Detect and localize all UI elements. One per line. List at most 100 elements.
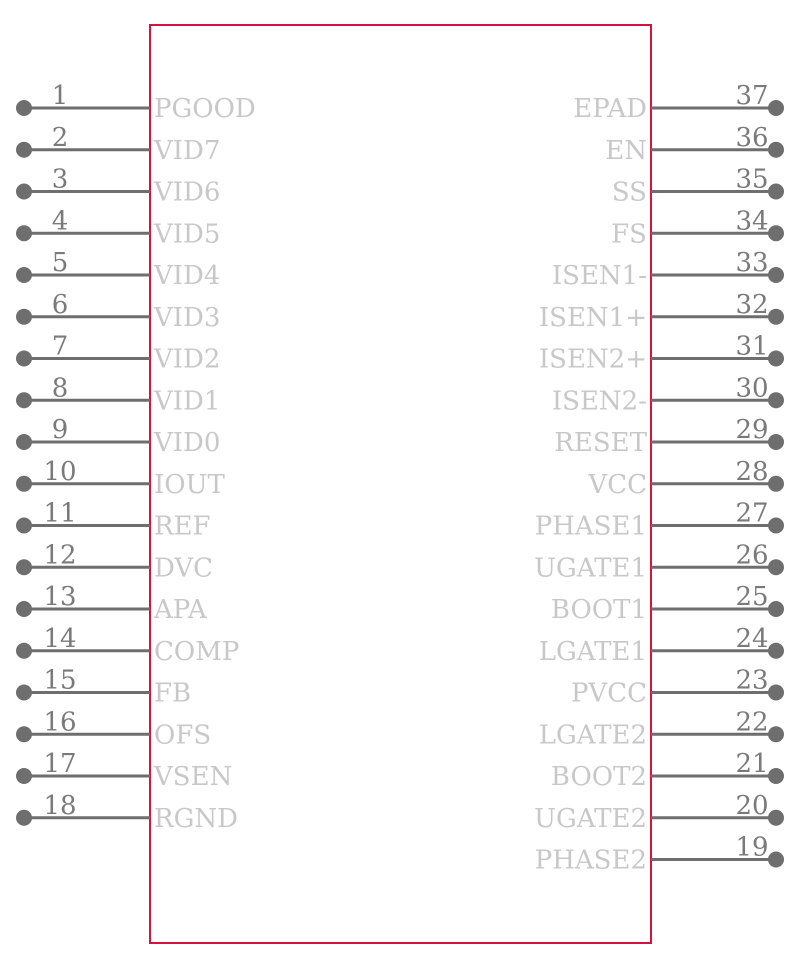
pin-terminal-dot: [16, 100, 32, 116]
pin-number: 2: [52, 123, 69, 153]
pin-28: 28 VCC: [587, 457, 784, 500]
pin-34: 34 FS: [611, 206, 784, 249]
pin-terminal-dot: [16, 809, 32, 826]
pin-name: VCC: [587, 470, 647, 500]
pin-24: 24 LGATE1: [539, 624, 784, 667]
pin-terminal-dot: [768, 726, 784, 743]
pin-name: FS: [611, 219, 647, 249]
pin-terminal-dot: [768, 475, 784, 492]
pin-8: 8 VID1: [16, 373, 220, 416]
pin-terminal-dot: [768, 225, 784, 242]
pin-number: 17: [43, 749, 76, 779]
pin-terminal-dot: [768, 267, 784, 283]
pin-number: 22: [735, 707, 768, 737]
pin-13: 13 APA: [16, 582, 208, 625]
pin-4: 4 VID5: [16, 206, 220, 249]
pin-terminal-dot: [16, 141, 32, 158]
pin-name: RESET: [554, 428, 647, 458]
pin-name: FB: [154, 679, 191, 709]
pin-20: 20 UGATE2: [534, 791, 784, 834]
pin-terminal-dot: [768, 642, 784, 659]
pin-name: APA: [153, 595, 208, 625]
pin-11: 11 REF: [16, 499, 211, 542]
pin-number: 20: [735, 791, 768, 821]
pin-19: 19 PHASE2: [535, 833, 784, 876]
pin-6: 6 VID3: [16, 290, 220, 333]
pin-terminal-dot: [768, 517, 784, 534]
pin-27: 27 PHASE1: [535, 499, 784, 542]
pin-10: 10 IOUT: [16, 457, 225, 500]
pin-18: 18 RGND: [16, 791, 238, 834]
pin-name: OFS: [154, 720, 211, 750]
pin-terminal-dot: [768, 684, 784, 701]
pin-name: ISEN1-: [552, 261, 647, 291]
pin-terminal-dot: [768, 601, 784, 617]
pin-name: VID5: [153, 219, 220, 249]
pin-number: 8: [52, 373, 69, 403]
pin-terminal-dot: [16, 183, 32, 200]
pin-terminal-dot: [768, 809, 784, 826]
pin-terminal-dot: [16, 768, 32, 784]
pin-terminal-dot: [768, 559, 784, 576]
pin-31: 31 ISEN2+: [539, 332, 784, 375]
pin-number: 9: [52, 415, 69, 445]
pin-name: SS: [612, 178, 647, 208]
pin-36: 36 EN: [605, 123, 784, 166]
pin-number: 34: [735, 206, 768, 236]
pin-terminal-dot: [768, 392, 784, 409]
pin-37: 37 EPAD: [573, 81, 784, 124]
pin-terminal-dot: [768, 851, 784, 868]
ic-schematic-symbol: 1 PGOOD 2 VID7 3 VID6 4 VID5 5 VID4 6 VID3 7 VID2 8 VID…: [16, 24, 784, 944]
pin-7: 7 VID2: [16, 332, 220, 375]
pin-number: 33: [735, 248, 768, 278]
pin-terminal-dot: [768, 100, 784, 116]
pin-terminal-dot: [768, 434, 784, 450]
pin-name: PHASE2: [535, 846, 647, 876]
pin-name: LGATE2: [539, 720, 647, 750]
pin-terminal-dot: [16, 726, 32, 743]
pin-number: 23: [735, 666, 768, 696]
pin-terminal-dot: [16, 642, 32, 659]
pin-number: 11: [43, 499, 76, 529]
pin-name: BOOT1: [551, 595, 647, 625]
pin-1: 1 PGOOD: [16, 81, 256, 124]
pin-22: 22 LGATE2: [539, 707, 784, 750]
pin-name: VID3: [153, 303, 220, 333]
pin-number: 18: [43, 791, 76, 821]
pin-number: 13: [43, 582, 76, 612]
pin-32: 32 ISEN1+: [539, 290, 784, 333]
pin-number: 19: [735, 833, 768, 863]
pin-name: BOOT2: [551, 762, 647, 792]
pin-26: 26 UGATE1: [534, 540, 784, 583]
pin-16: 16 OFS: [16, 707, 211, 750]
pin-number: 37: [735, 81, 768, 111]
pin-number: 24: [735, 624, 768, 654]
pin-number: 7: [52, 332, 69, 362]
pin-number: 3: [52, 165, 69, 195]
pin-name: VID6: [153, 178, 220, 208]
pin-name: ISEN1+: [539, 303, 647, 333]
pin-name: RGND: [154, 804, 238, 834]
pin-35: 35 SS: [612, 165, 784, 208]
pin-number: 30: [735, 373, 768, 403]
pin-name: REF: [154, 512, 211, 542]
pin-terminal-dot: [768, 308, 784, 325]
pin-terminal-dot: [16, 392, 32, 409]
pin-number: 16: [43, 707, 76, 737]
pin-terminal-dot: [16, 267, 32, 283]
pin-9: 9 VID0: [16, 415, 220, 458]
pin-name: VID2: [153, 345, 220, 375]
pin-terminal-dot: [16, 434, 32, 450]
pin-number: 28: [735, 457, 768, 487]
pin-12: 12 DVC: [16, 540, 213, 583]
pin-terminal-dot: [16, 225, 32, 242]
pin-number: 4: [52, 206, 69, 236]
pin-25: 25 BOOT1: [551, 582, 784, 625]
pin-name: EN: [605, 136, 647, 166]
left-pin-group: 1 PGOOD 2 VID7 3 VID6 4 VID5 5 VID4 6 VID3 7 VID2 8 VID…: [16, 81, 256, 834]
pin-terminal-dot: [16, 601, 32, 617]
pin-name: VID4: [153, 261, 220, 291]
pin-name: EPAD: [573, 94, 647, 124]
pin-name: VID0: [153, 428, 220, 458]
pin-name: DVC: [154, 553, 213, 583]
